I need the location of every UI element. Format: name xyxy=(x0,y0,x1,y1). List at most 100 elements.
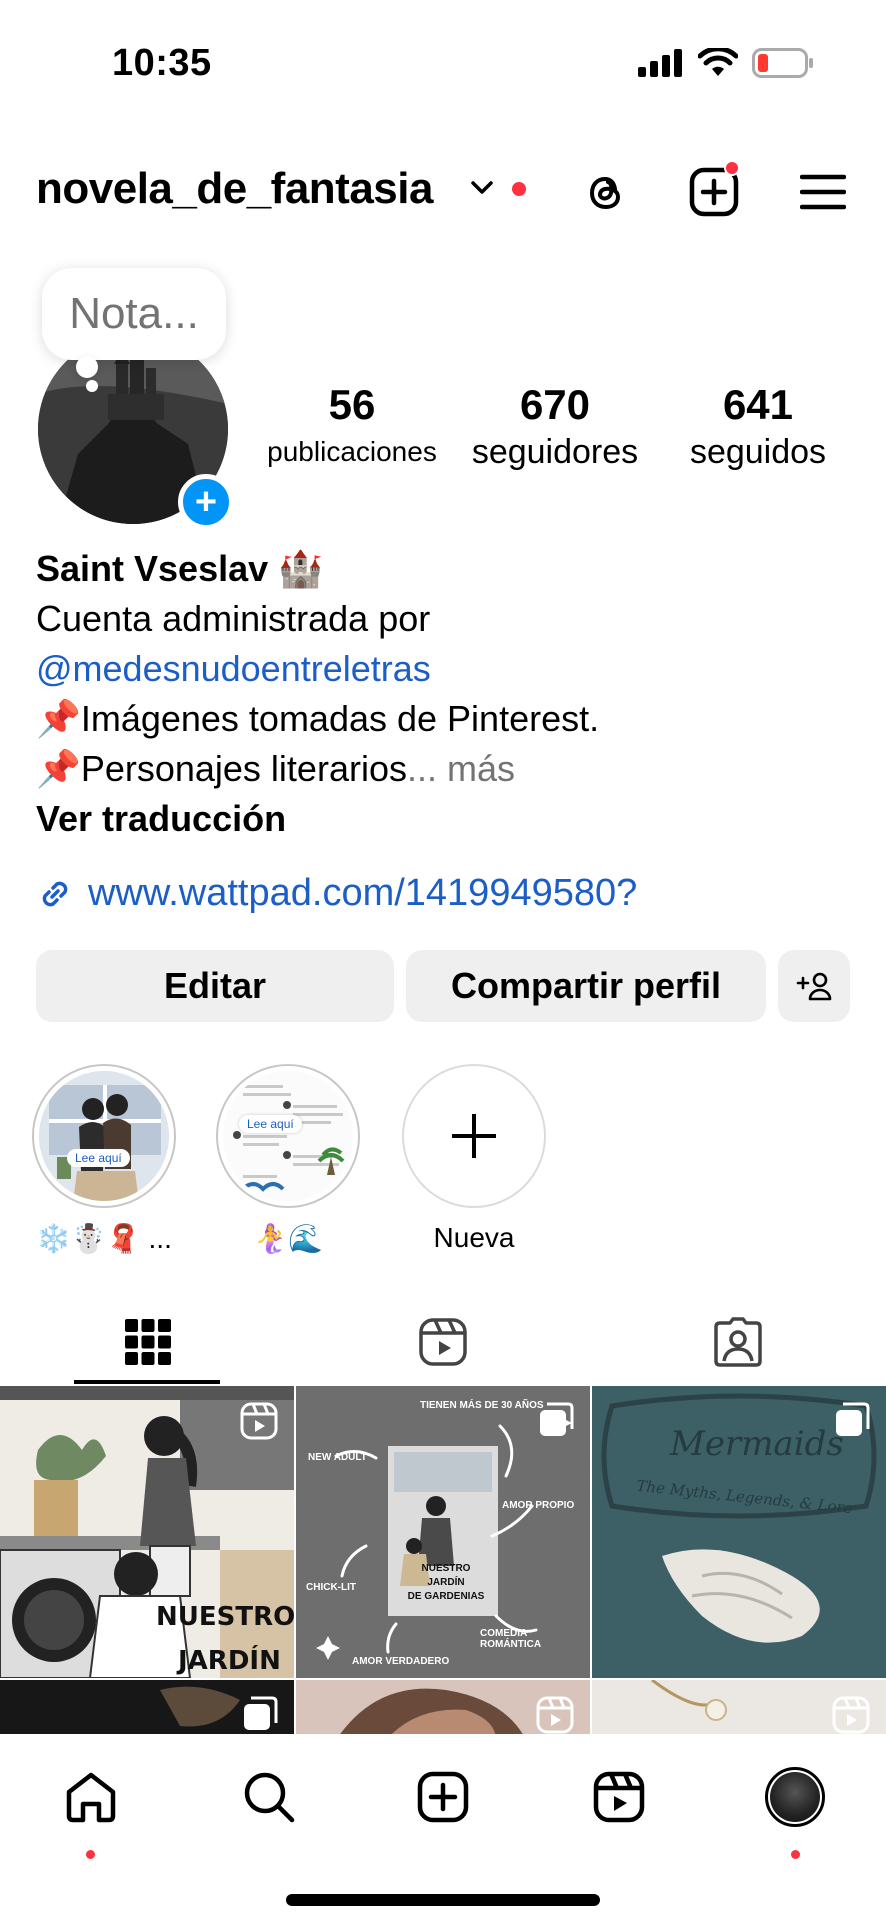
account-switcher[interactable]: novela_de_fantasia xyxy=(36,164,433,214)
post-tag: COMEDIA ROMÁNTICA xyxy=(480,1628,542,1650)
reel-badge-icon xyxy=(832,1696,870,1734)
link-icon xyxy=(42,881,68,906)
active-tab-indicator xyxy=(74,1380,220,1384)
reel-badge-icon xyxy=(536,1696,574,1734)
couple-illustration xyxy=(39,1071,169,1201)
post-tag: AMOR PROPIO xyxy=(502,1500,575,1511)
carousel-badge-icon xyxy=(836,1402,870,1436)
stat-following-label: seguidos xyxy=(689,433,827,471)
notification-dot xyxy=(86,1850,95,1859)
stat-posts-label: publicaciones xyxy=(267,436,437,467)
create-post-button[interactable] xyxy=(686,160,742,220)
post-tag: CHICK-LIT xyxy=(306,1582,356,1593)
battery-low-icon xyxy=(752,48,813,78)
note-bubble[interactable]: Nota... xyxy=(42,268,226,360)
bio-more-link[interactable]: más xyxy=(447,748,515,789)
post-tag: TIENEN MÁS DE 30 AÑOS xyxy=(420,1400,544,1411)
threads-icon xyxy=(589,176,621,210)
discover-people-button[interactable] xyxy=(778,950,850,1022)
stat-following-count: 641 xyxy=(722,381,794,428)
highlight-sticker: Lee aquí xyxy=(239,1115,302,1133)
profile-header: novela_de_fantasia xyxy=(0,150,886,230)
cellular-signal-icon xyxy=(638,49,682,77)
post-center-line: JARDÍN xyxy=(427,1577,465,1588)
search-icon xyxy=(244,1772,295,1823)
note-bubble-tail xyxy=(76,356,98,378)
highlight-label: ❄️☃️🧣 ... xyxy=(36,1223,172,1254)
story-highlight[interactable]: Lee aquí 🧜‍♀️🌊 xyxy=(216,1064,360,1255)
nav-home[interactable] xyxy=(56,1762,126,1832)
profile-bio: Saint Vseslav 🏰 Cuenta administrada por … xyxy=(36,544,856,844)
new-highlight-button[interactable]: Nueva xyxy=(402,1064,546,1254)
bio-ellipsis: ... xyxy=(406,748,437,789)
reels-icon xyxy=(593,1771,645,1823)
stat-followers[interactable]: 670 seguidores xyxy=(460,380,650,474)
profile-avatar-small xyxy=(765,1767,825,1827)
carousel-badge-icon xyxy=(540,1402,574,1436)
highlight-sticker: Lee aquí xyxy=(67,1149,130,1167)
website-url: www.wattpad.com/1419949580? xyxy=(88,872,638,914)
post-center-line: NUESTRO xyxy=(421,1563,471,1574)
menu-button[interactable] xyxy=(795,164,851,220)
grid-icon xyxy=(124,1319,171,1365)
home-icon xyxy=(66,1772,116,1823)
post-center-line: DE GARDENIAS xyxy=(407,1591,485,1602)
nav-profile[interactable] xyxy=(760,1762,830,1832)
status-time: 10:35 xyxy=(112,42,212,84)
bio-line: Cuenta administrada por xyxy=(36,598,431,639)
note-bubble-tail xyxy=(86,380,98,392)
home-indicator xyxy=(286,1894,600,1906)
tab-reels[interactable] xyxy=(295,1300,590,1384)
tab-tagged[interactable] xyxy=(590,1300,885,1384)
wifi-icon xyxy=(698,48,738,76)
bio-line: 📌Personajes literarios xyxy=(36,748,407,789)
bio-line: 📌Imágenes tomadas de Pinterest. xyxy=(36,698,600,739)
status-icons xyxy=(638,48,814,78)
post-tag: AMOR VERDADERO xyxy=(352,1656,450,1667)
stat-followers-label: seguidores xyxy=(471,433,639,471)
nav-create[interactable] xyxy=(408,1762,478,1832)
post-thumbnail[interactable]: TIENEN MÁS DE 30 AÑOS NEW ADULT AMOR PRO… xyxy=(296,1386,590,1678)
website-link[interactable]: www.wattpad.com/1419949580? xyxy=(36,872,637,915)
chevron-down-icon[interactable] xyxy=(470,180,494,196)
threads-button[interactable] xyxy=(578,164,634,220)
nav-search[interactable] xyxy=(234,1762,304,1832)
edit-profile-button[interactable]: Editar xyxy=(36,950,394,1022)
bottom-navigation xyxy=(0,1734,886,1920)
status-bar: 10:35 xyxy=(0,0,886,130)
stat-following[interactable]: 641 seguidos xyxy=(666,380,850,474)
post-thumbnail[interactable]: Mermaids The Myths, Legends, & Lore xyxy=(592,1386,886,1678)
stat-posts[interactable]: 56 publicaciones xyxy=(258,380,446,474)
bio-mention-link[interactable]: @medesnudoentreletras xyxy=(36,644,856,694)
post-thumbnail[interactable] xyxy=(0,1680,294,1734)
highlight-label: Nueva xyxy=(433,1222,515,1253)
plus-icon xyxy=(452,1114,496,1158)
post-center-title: NUESTRO JARDÍN DE GARDENIAS xyxy=(406,1562,486,1604)
story-highlight[interactable]: Lee aquí ❄️☃️🧣 ... xyxy=(32,1064,176,1255)
highlight-label: 🧜‍♀️🌊 xyxy=(253,1223,323,1254)
notification-dot xyxy=(791,1850,800,1859)
post-thumbnail[interactable] xyxy=(592,1680,886,1734)
highlight-cover: Lee aquí xyxy=(223,1071,353,1201)
notification-dot xyxy=(512,182,526,196)
share-profile-button[interactable]: Compartir perfil xyxy=(406,950,766,1022)
highlight-cover: Lee aquí xyxy=(39,1071,169,1201)
highlight-ring xyxy=(402,1064,546,1208)
post-thumbnail[interactable]: NUESTRO JARDÍN xyxy=(0,1386,294,1678)
highlight-ring: Lee aquí xyxy=(32,1064,176,1208)
highlight-ring: Lee aquí xyxy=(216,1064,360,1208)
comments-screenshot xyxy=(223,1071,353,1201)
tab-grid[interactable] xyxy=(0,1300,295,1384)
add-story-button[interactable]: + xyxy=(178,474,234,530)
posts-grid: NUESTRO JARDÍN TIENEN MÁS DE 30 AÑOS NEW… xyxy=(0,1386,886,1734)
bio-line-truncated: 📌Personajes literarios... más xyxy=(36,744,856,794)
post-title: NUESTRO xyxy=(156,1602,294,1632)
add-person-icon xyxy=(796,972,832,1001)
tagged-person-icon xyxy=(713,1317,762,1367)
post-title: JARDÍN xyxy=(178,1646,281,1676)
nav-reels[interactable] xyxy=(584,1762,654,1832)
post-thumbnail[interactable] xyxy=(296,1680,590,1734)
profile-tabs xyxy=(0,1300,886,1384)
plus-square-icon xyxy=(417,1771,469,1823)
see-translation-link[interactable]: Ver traducción xyxy=(36,794,856,844)
